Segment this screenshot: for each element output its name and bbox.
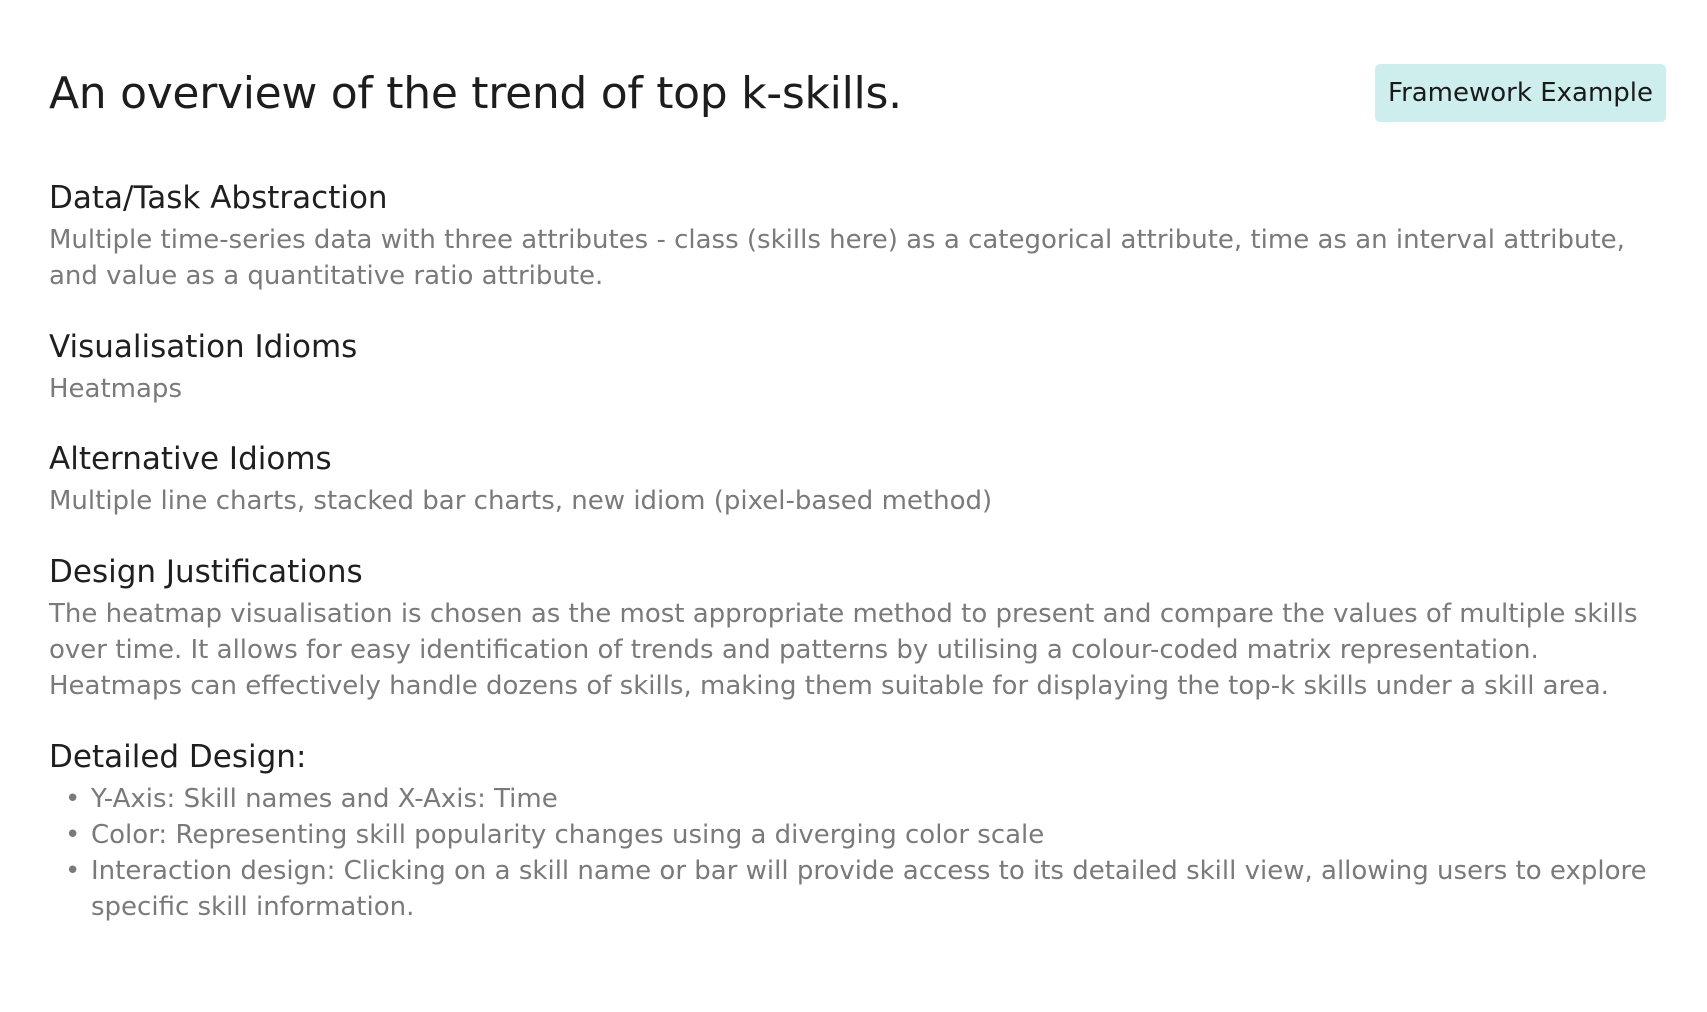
section-heading: Design Justifications — [49, 554, 363, 590]
section-heading: Alternative Idioms — [49, 441, 332, 477]
framework-example-badge: Framework Example — [1375, 64, 1666, 122]
bullet-icon: • — [65, 856, 81, 886]
list-item: • Y-Axis: Skill names and X-Axis: Time — [49, 781, 1662, 817]
section-heading: Visualisation Idioms — [49, 329, 358, 365]
section-body: Multiple line charts, stacked bar charts… — [49, 486, 993, 516]
list-item: • Interaction design: Clicking on a skil… — [49, 853, 1662, 925]
section-alternative-idioms: Alternative Idioms Multiple line charts,… — [49, 439, 1662, 519]
section-heading: Data/Task Abstraction — [49, 180, 388, 216]
bullet-icon: • — [65, 784, 81, 814]
section-body: The heatmap visualisation is chosen as t… — [49, 599, 1638, 701]
section-heading: Detailed Design: — [49, 739, 307, 775]
list-item-text: Color: Representing skill popularity cha… — [91, 820, 1045, 850]
section-body: Heatmaps — [49, 374, 182, 404]
page: An overview of the trend of top k-skills… — [0, 0, 1707, 1012]
section-design-justifications: Design Justifications The heatmap visual… — [49, 552, 1662, 704]
list-item: • Color: Representing skill popularity c… — [49, 817, 1662, 853]
page-title: An overview of the trend of top k-skills… — [49, 68, 902, 119]
section-data-task-abstraction: Data/Task Abstraction Multiple time-seri… — [49, 178, 1662, 294]
detailed-design-list: • Y-Axis: Skill names and X-Axis: Time •… — [49, 781, 1662, 925]
section-detailed-design: Detailed Design: • Y-Axis: Skill names a… — [49, 737, 1662, 925]
list-item-text: Y-Axis: Skill names and X-Axis: Time — [91, 784, 558, 814]
section-body: Multiple time-series data with three att… — [49, 225, 1625, 291]
list-item-text: Interaction design: Clicking on a skill … — [91, 856, 1647, 922]
header: An overview of the trend of top k-skills… — [49, 64, 1666, 124]
bullet-icon: • — [65, 820, 81, 850]
section-visualisation-idioms: Visualisation Idioms Heatmaps — [49, 327, 1662, 407]
